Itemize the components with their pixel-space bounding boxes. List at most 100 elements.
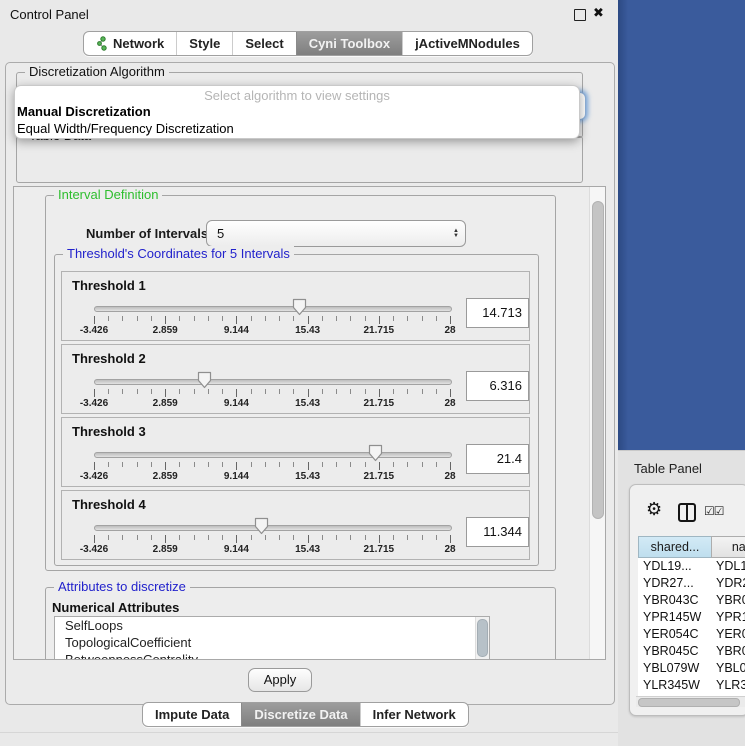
table-cell: YBR0 xyxy=(711,592,745,609)
tick-mark xyxy=(222,389,223,394)
tick-mark xyxy=(365,535,366,540)
tick-mark xyxy=(165,462,166,470)
tick-mark xyxy=(308,535,309,543)
tick-mark xyxy=(265,535,266,540)
attribute-item-selfloops[interactable]: SelfLoops xyxy=(55,617,489,634)
float-window-icon[interactable] xyxy=(574,9,586,21)
number-of-intervals-spinner[interactable]: 5 ▲ ▼ xyxy=(206,220,466,247)
table-row[interactable]: YLR345WYLR3 xyxy=(638,677,745,694)
table-row[interactable]: YDR27...YDR2 xyxy=(638,575,745,592)
threshold-value-field[interactable]: 21.4 xyxy=(466,444,529,474)
tab-jactivemnodules[interactable]: jActiveMNodules xyxy=(402,32,532,55)
threshold-value-field[interactable]: 6.316 xyxy=(466,371,529,401)
tick-mark xyxy=(450,462,451,470)
tab-style[interactable]: Style xyxy=(176,32,232,55)
tick-mark xyxy=(365,462,366,467)
tab-label: Style xyxy=(189,36,220,51)
tick-mark xyxy=(350,535,351,540)
horizontal-scrollbar[interactable] xyxy=(636,696,745,707)
tick-mark xyxy=(407,389,408,394)
slider-thumb[interactable] xyxy=(368,444,383,462)
slider-tick-labels: -3.4262.8599.14415.4321.71528 xyxy=(94,398,450,411)
tab-select[interactable]: Select xyxy=(232,32,295,55)
horizontal-scrollbar-thumb[interactable] xyxy=(638,698,740,707)
gear-icon[interactable]: ⚙ xyxy=(646,499,662,520)
tick-mark xyxy=(236,462,237,470)
tick-label: 2.859 xyxy=(153,544,178,555)
tick-mark xyxy=(422,535,423,540)
table-panel: Table Panel ⚙ ☑☑ shared...name YDL19...Y… xyxy=(618,450,745,746)
vertical-scrollbar[interactable] xyxy=(589,187,605,659)
slider-ruler xyxy=(94,389,450,398)
table-row[interactable]: YBR043CYBR0 xyxy=(638,592,745,609)
tick-mark xyxy=(293,462,294,467)
network-desktop: GAL80GACGAL11GAL4GCY1HHAP2 xyxy=(618,0,745,450)
tick-label: 2.859 xyxy=(153,325,178,336)
tick-mark xyxy=(450,535,451,543)
table-row[interactable]: YDL19...YDL1 xyxy=(638,558,745,575)
attribute-item-topologicalcoefficient[interactable]: TopologicalCoefficient xyxy=(55,634,489,651)
tick-mark xyxy=(336,535,337,540)
tick-mark xyxy=(365,316,366,321)
table-cell: YER0 xyxy=(711,626,745,643)
threshold-label: Threshold 4 xyxy=(72,497,146,512)
list-scrollbar-thumb[interactable] xyxy=(477,619,488,657)
numerical-attributes-list[interactable]: SelfLoopsTopologicalCoefficientBetweenne… xyxy=(54,616,490,660)
threshold-value-field[interactable]: 11.344 xyxy=(466,517,529,547)
tab-label: Select xyxy=(245,36,283,51)
control-panel-titlebar: Control Panel ✖ xyxy=(0,0,618,28)
table-panel-title: Table Panel xyxy=(634,461,702,476)
slider-track[interactable] xyxy=(94,525,452,531)
list-scrollbar[interactable] xyxy=(475,617,489,660)
bottom-tab-discretize-data[interactable]: Discretize Data xyxy=(241,703,359,726)
bottom-tab-impute-data[interactable]: Impute Data xyxy=(143,703,241,726)
tick-label: 9.144 xyxy=(224,398,249,409)
slider-thumb[interactable] xyxy=(197,371,212,389)
node-table[interactable]: shared...name YDL19...YDL1YDR27...YDR2YB… xyxy=(638,536,745,696)
slider-track[interactable] xyxy=(94,379,452,385)
tick-mark xyxy=(436,462,437,467)
column-header-name[interactable]: name xyxy=(711,536,745,558)
threshold-value-field[interactable]: 14.713 xyxy=(466,298,529,328)
column-header-shared-[interactable]: shared... xyxy=(638,536,711,558)
slider-ruler xyxy=(94,535,450,544)
tick-mark xyxy=(151,462,152,467)
table-row[interactable]: YPR145WYPR1 xyxy=(638,609,745,626)
column-layout-icon[interactable] xyxy=(678,503,696,522)
dropdown-option-equal-width-frequency-discretization[interactable]: Equal Width/Frequency Discretization xyxy=(15,120,579,137)
table-cell: YDL19... xyxy=(638,558,711,575)
slider-track[interactable] xyxy=(94,452,452,458)
tick-mark xyxy=(322,389,323,394)
table-cell: YBL079W xyxy=(638,660,711,677)
close-icon[interactable]: ✖ xyxy=(593,5,604,21)
table-row[interactable]: YBL079WYBL0 xyxy=(638,660,745,677)
table-row[interactable]: YER054CYER0 xyxy=(638,626,745,643)
tick-mark xyxy=(165,389,166,397)
tick-mark xyxy=(322,316,323,321)
tick-mark xyxy=(265,462,266,467)
dropdown-option-manual-discretization[interactable]: Manual Discretization xyxy=(15,103,579,120)
tick-mark xyxy=(450,389,451,397)
tab-label: jActiveMNodules xyxy=(415,36,520,51)
tick-mark xyxy=(265,316,266,321)
stepper-down-icon[interactable]: ▼ xyxy=(453,234,459,239)
tab-network[interactable]: Network xyxy=(84,32,176,55)
tick-label: -3.426 xyxy=(80,325,108,336)
slider-track[interactable] xyxy=(94,306,452,312)
vertical-scrollbar-thumb[interactable] xyxy=(592,201,604,519)
tick-mark xyxy=(179,316,180,321)
table-row[interactable]: YBR045CYBR0 xyxy=(638,643,745,660)
bottom-tab-infer-network[interactable]: Infer Network xyxy=(360,703,468,726)
slider-thumb[interactable] xyxy=(292,298,307,316)
tick-mark xyxy=(279,389,280,394)
checkbox-icons[interactable]: ☑☑ xyxy=(704,504,724,518)
attribute-item-betweennesscentrality[interactable]: BetweennessCentrality xyxy=(55,651,489,660)
table-header-row: shared...name xyxy=(638,536,745,558)
slider-thumb[interactable] xyxy=(254,517,269,535)
tick-mark xyxy=(194,316,195,321)
tab-label: Network xyxy=(113,36,164,51)
tick-mark xyxy=(108,462,109,467)
tab-cyni-toolbox[interactable]: Cyni Toolbox xyxy=(296,32,402,55)
apply-button[interactable]: Apply xyxy=(248,668,312,692)
spinner-stepper-icon[interactable]: ▲ ▼ xyxy=(447,229,465,239)
